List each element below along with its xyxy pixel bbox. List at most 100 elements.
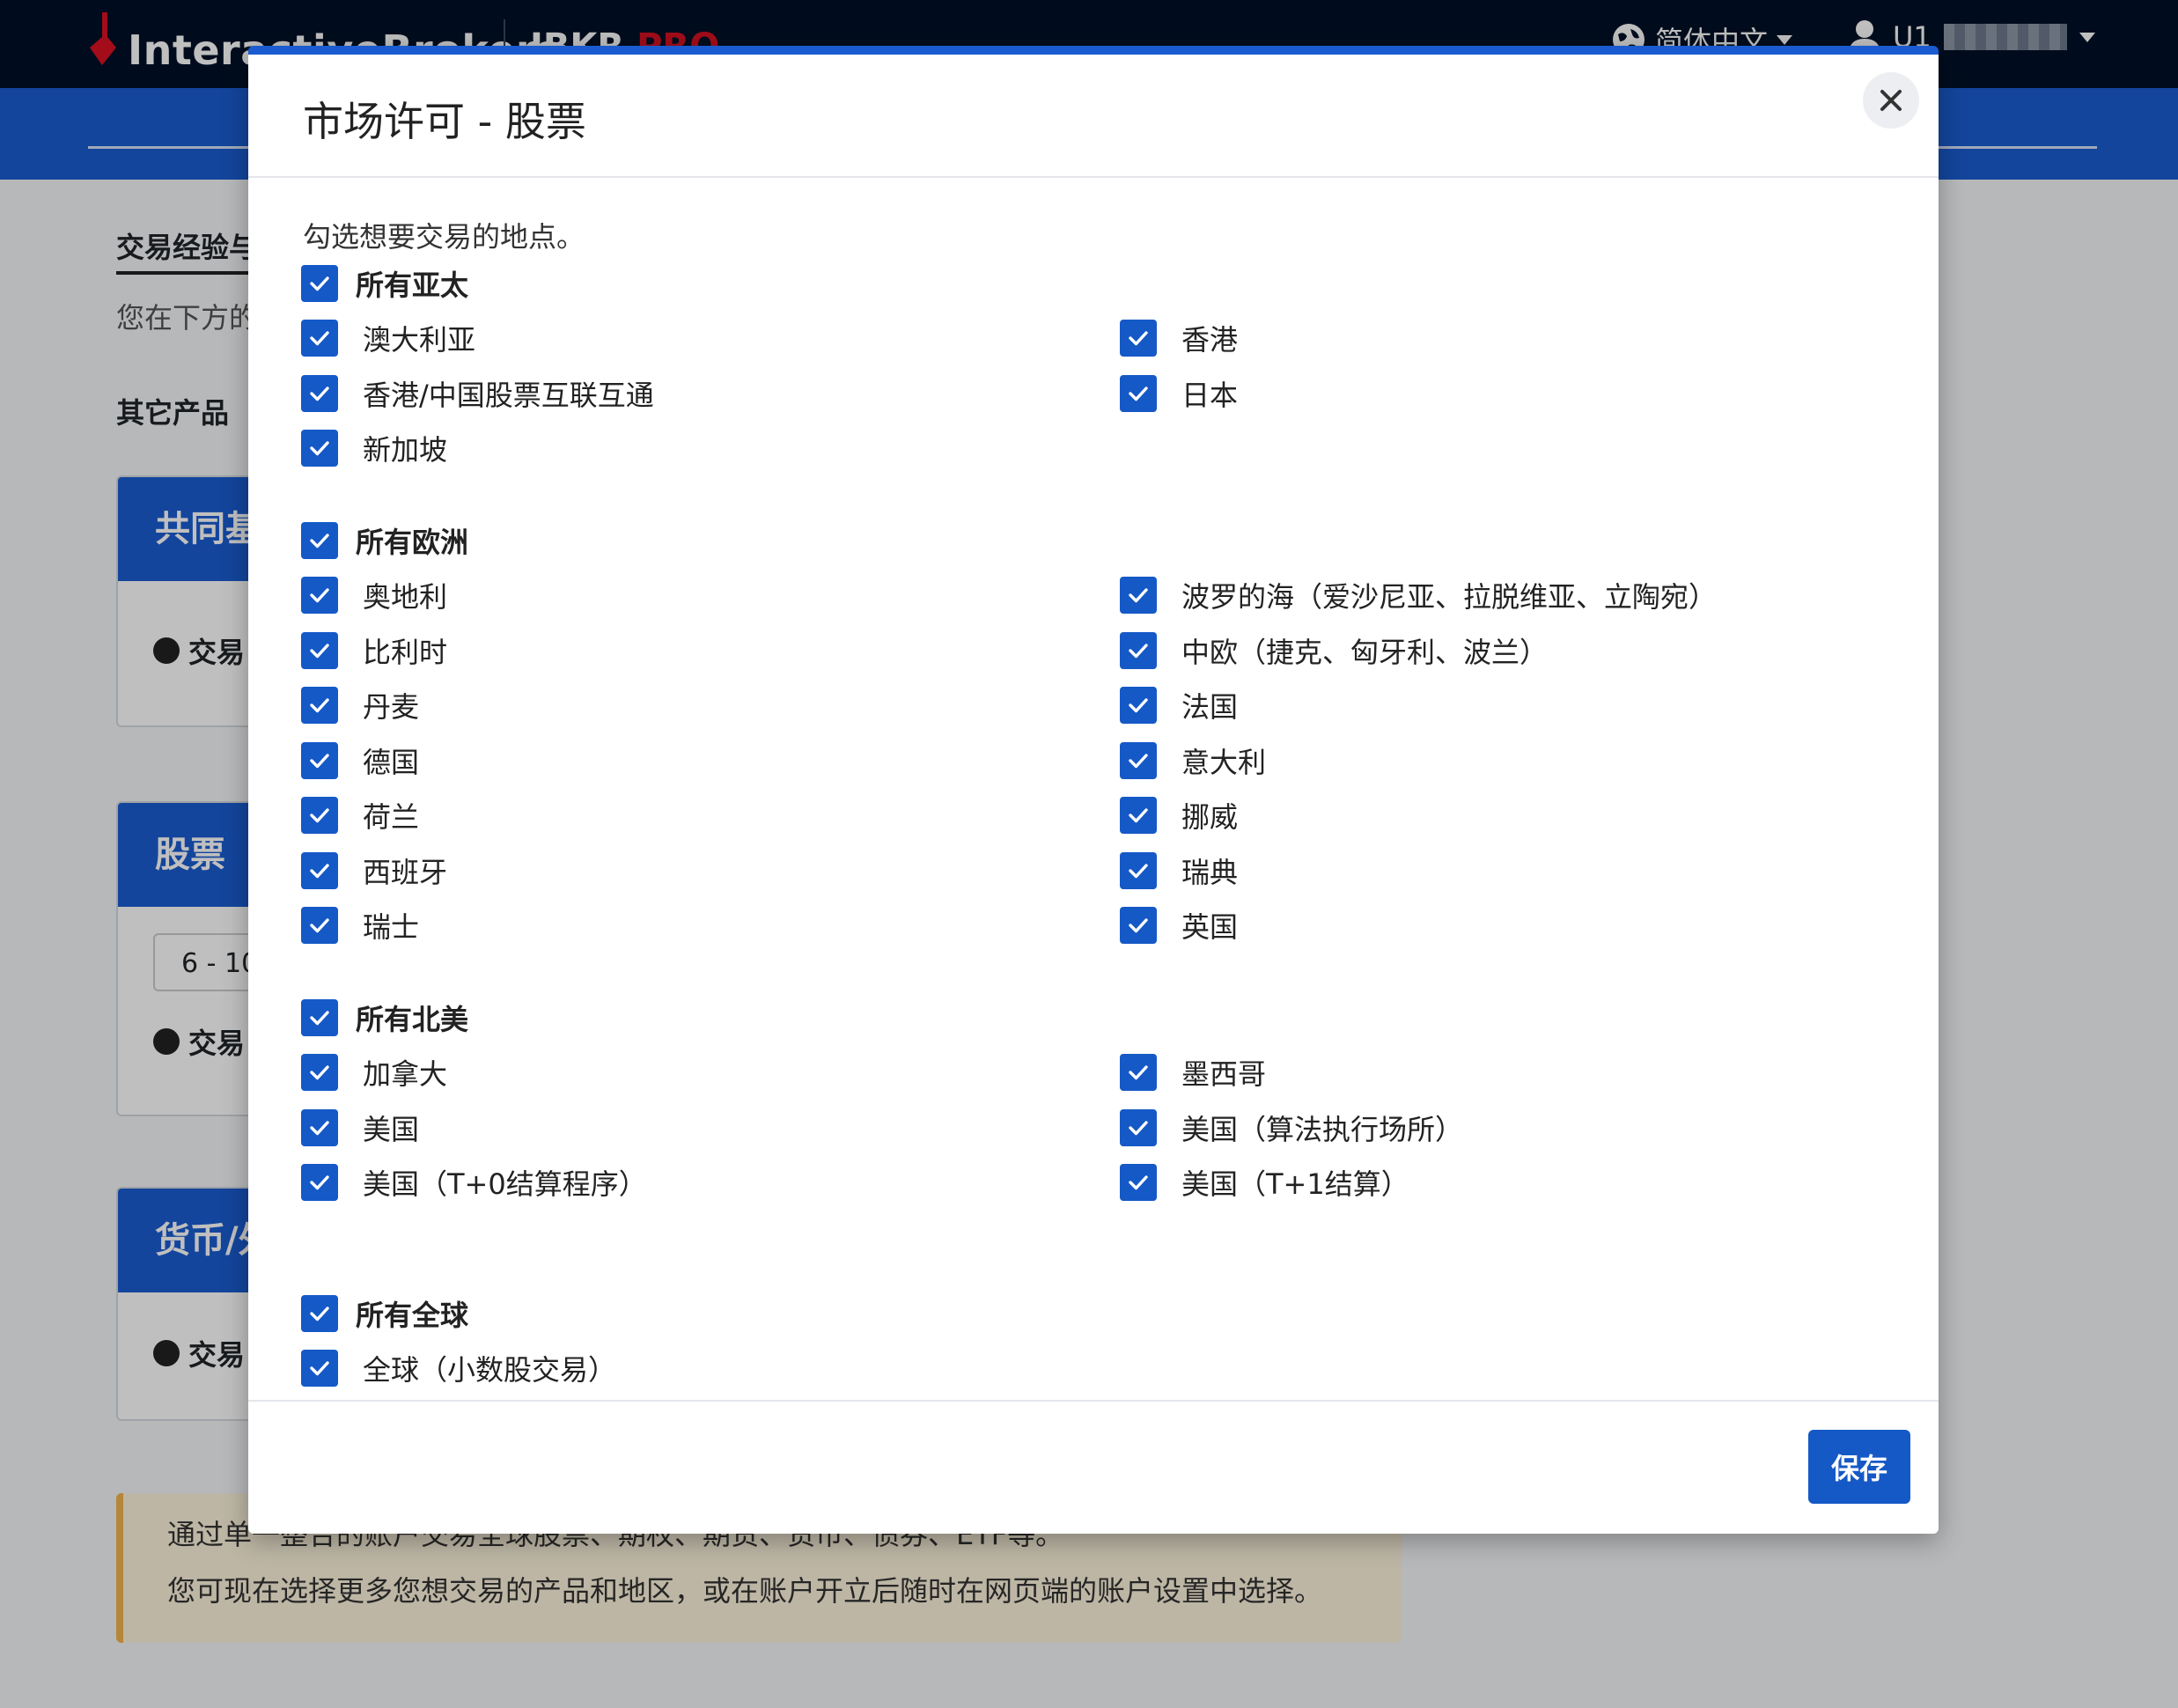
market-option[interactable]: 奥地利	[301, 576, 1120, 615]
market-option[interactable]: 荷兰	[301, 796, 1120, 835]
market-option[interactable]: 中欧（捷克、匈牙利、波兰）	[1120, 631, 1886, 670]
check-icon	[310, 808, 329, 823]
modal-title: 市场许可 - 股票	[303, 98, 586, 145]
market-option[interactable]: 美国（T+0结算程序）	[301, 1163, 1120, 1202]
market-checkbox[interactable]	[301, 374, 338, 412]
check-icon	[310, 1011, 329, 1026]
market-option[interactable]: 美国（算法执行场所）	[1120, 1108, 1886, 1147]
market-option[interactable]: 丹麦	[301, 686, 1120, 725]
market-label: 德国	[363, 745, 420, 779]
check-icon	[1129, 331, 1148, 346]
market-option[interactable]: 法国	[1120, 686, 1886, 725]
market-checkbox[interactable]	[1120, 320, 1157, 357]
market-label: 瑞士	[363, 910, 420, 944]
market-option[interactable]: 全球（小数股交易）	[301, 1349, 1120, 1388]
market-option[interactable]: 香港	[1120, 319, 1886, 357]
market-option[interactable]: 墨西哥	[1120, 1053, 1886, 1092]
market-checkbox[interactable]	[301, 741, 338, 779]
group-title: 所有北美	[356, 1003, 469, 1036]
market-label: 挪威	[1181, 800, 1239, 834]
close-button[interactable]	[1863, 72, 1919, 129]
market-option[interactable]: 日本	[1120, 374, 1886, 413]
check-icon	[1129, 1175, 1148, 1190]
group-select-all[interactable]: 所有亚太	[301, 264, 468, 303]
group-title: 所有欧洲	[356, 526, 469, 559]
check-icon	[1129, 1065, 1148, 1080]
market-checkbox[interactable]	[301, 1164, 338, 1201]
market-label: 意大利	[1181, 745, 1267, 779]
check-icon	[1129, 1120, 1148, 1135]
market-checkbox[interactable]	[1120, 631, 1157, 669]
market-checkbox[interactable]	[301, 430, 338, 467]
check-icon	[310, 534, 329, 548]
market-checkbox[interactable]	[1120, 1108, 1157, 1146]
market-checkbox[interactable]	[1120, 687, 1157, 724]
group-select-all[interactable]: 所有全球	[301, 1294, 468, 1333]
market-checkbox[interactable]	[301, 687, 338, 724]
market-label: 美国（T+1结算）	[1181, 1167, 1409, 1201]
market-checkbox[interactable]	[301, 851, 338, 889]
check-icon	[1129, 863, 1148, 878]
market-label: 丹麦	[363, 690, 420, 724]
market-checkbox[interactable]	[301, 1108, 338, 1146]
market-option[interactable]: 波罗的海（爱沙尼亚、拉脱维亚、立陶宛）	[1120, 576, 1886, 615]
check-icon	[1129, 918, 1148, 933]
market-checkbox[interactable]	[301, 577, 338, 614]
group-checkbox[interactable]	[301, 265, 338, 302]
group-select-all[interactable]: 所有欧洲	[301, 521, 468, 560]
market-option[interactable]: 瑞典	[1120, 851, 1886, 890]
market-option[interactable]: 挪威	[1120, 796, 1886, 835]
market-checkbox[interactable]	[301, 1350, 338, 1387]
market-option[interactable]: 香港/中国股票互联互通	[301, 374, 1120, 413]
modal-body: 勾选想要交易的地点。 所有亚太 澳大利亚 香港 香港/中国股票互联互通 日本 新加坡 所有欧…	[248, 178, 1939, 1410]
market-option[interactable]: 澳大利亚	[301, 319, 1120, 357]
market-checkbox[interactable]	[1120, 851, 1157, 889]
market-checkbox[interactable]	[1120, 907, 1157, 944]
market-label: 中欧（捷克、匈牙利、波兰）	[1181, 635, 1549, 669]
market-checkbox[interactable]	[1120, 741, 1157, 779]
market-checkbox[interactable]	[301, 631, 338, 669]
check-icon	[310, 588, 329, 603]
market-list: 全球（小数股交易）	[301, 1349, 1886, 1404]
check-icon	[310, 863, 329, 878]
group-checkbox[interactable]	[301, 1295, 338, 1332]
check-icon	[1129, 386, 1148, 401]
group-select-all[interactable]: 所有北美	[301, 998, 468, 1037]
market-checkbox[interactable]	[301, 320, 338, 357]
check-icon	[310, 386, 329, 401]
group-checkbox[interactable]	[301, 999, 338, 1036]
market-option[interactable]: 比利时	[301, 631, 1120, 670]
market-checkbox[interactable]	[301, 797, 338, 834]
market-option[interactable]: 新加坡	[301, 429, 1120, 467]
market-checkbox[interactable]	[301, 1054, 338, 1091]
market-checkbox[interactable]	[1120, 1164, 1157, 1201]
market-label: 美国（T+0结算程序）	[363, 1167, 647, 1201]
close-icon	[1880, 90, 1902, 111]
market-label: 比利时	[363, 635, 448, 669]
check-icon	[1129, 588, 1148, 603]
market-list: 加拿大 墨西哥美国 美国（算法执行场所） 美国（T+0结算程序） 美国（T+1结算）	[301, 1053, 1886, 1218]
market-option[interactable]: 西班牙	[301, 851, 1120, 890]
group-title: 所有亚太	[356, 269, 469, 302]
market-label: 英国	[1181, 910, 1239, 944]
market-checkbox[interactable]	[1120, 577, 1157, 614]
market-option[interactable]: 英国	[1120, 906, 1886, 945]
market-option[interactable]: 瑞士	[301, 906, 1120, 945]
market-label: 香港/中国股票互联互通	[363, 378, 654, 412]
market-option[interactable]: 加拿大	[301, 1053, 1120, 1092]
market-checkbox[interactable]	[301, 907, 338, 944]
check-icon	[1129, 698, 1148, 713]
market-checkbox[interactable]	[1120, 1054, 1157, 1091]
market-option[interactable]: 美国（T+1结算）	[1120, 1163, 1886, 1202]
market-checkbox[interactable]	[1120, 797, 1157, 834]
check-icon	[310, 1120, 329, 1135]
check-icon	[1129, 643, 1148, 658]
market-option[interactable]: 德国	[301, 741, 1120, 780]
check-icon	[310, 1065, 329, 1080]
market-option[interactable]: 美国	[301, 1108, 1120, 1147]
market-label: 美国	[363, 1112, 420, 1146]
group-checkbox[interactable]	[301, 522, 338, 559]
save-button[interactable]: 保存	[1808, 1430, 1910, 1504]
market-checkbox[interactable]	[1120, 374, 1157, 412]
market-option[interactable]: 意大利	[1120, 741, 1886, 780]
